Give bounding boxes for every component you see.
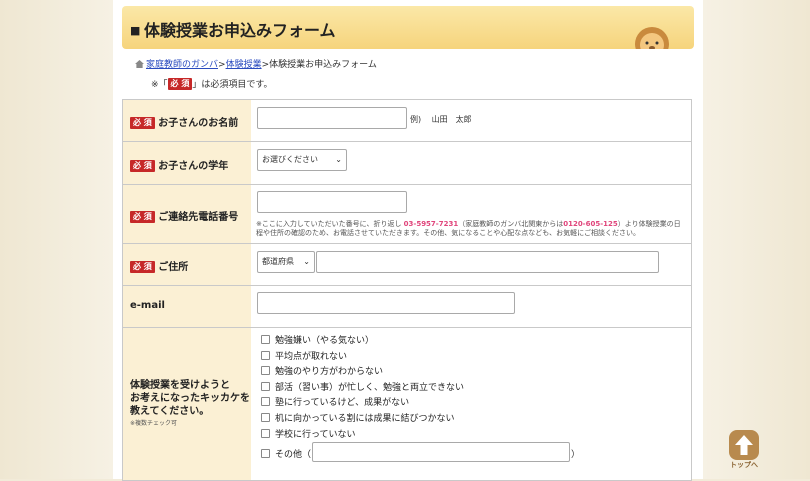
- breadcrumb-separator: >: [218, 60, 226, 70]
- child-name-example: 例) 山田 太郎: [410, 115, 472, 124]
- reason-option-label: 学校に行っていない: [275, 430, 356, 440]
- back-to-top-label: トップへ: [730, 461, 758, 469]
- reason-option-other[interactable]: その他（: [261, 447, 311, 460]
- chevron-down-icon: ⌄: [303, 257, 310, 266]
- reason-multi-note: ※複数チェック可: [130, 420, 178, 427]
- reason-option-label: 勉強嫌い（やる気ない）: [275, 336, 375, 346]
- required-badge: 必 須: [130, 211, 155, 223]
- chevron-down-icon: ⌄: [335, 155, 342, 164]
- form-row-grade: 必 須 お子さんの学年 お選びください ⌄: [122, 142, 692, 185]
- phone-input[interactable]: [257, 191, 407, 213]
- required-badge: 必 須: [130, 117, 155, 129]
- reason-option[interactable]: 平均点が取れない: [261, 349, 347, 362]
- reason-option-label: 部活（習い事）が忙しく、勉強と両立できない: [275, 383, 465, 393]
- reason-label-line: 教えてください。: [130, 406, 210, 417]
- form-row-reason: 体験授業を受けようと お考えになったキッカケを 教えてください。 ※複数チェック…: [122, 328, 692, 481]
- form-row-address: 必 須 ご住所 都道府県 ⌄: [122, 244, 692, 286]
- form-value-cell: ※ここに入力していただいた番号に、折り返し 03-5957-7231（家庭教師の…: [251, 185, 692, 243]
- form-label-cell: e-mail: [122, 286, 252, 327]
- child-name-label: お子さんのお名前: [158, 118, 239, 129]
- grade-select-value: お選びください: [262, 155, 318, 164]
- form-label-cell: 必 須 お子さんの学年: [122, 142, 252, 184]
- banner-marker: ■: [130, 24, 141, 37]
- reason-option[interactable]: 塾に行っているけど、成果がない: [261, 395, 409, 408]
- main-content: ■ 体験授業お申込みフォーム 家庭教師のガンバ>体験授業>体験授業お申込みフォー…: [113, 0, 703, 481]
- checkbox[interactable]: [261, 429, 270, 438]
- reason-option[interactable]: 机に向かっている割には成果に結びつかない: [261, 411, 455, 424]
- checkbox[interactable]: [261, 351, 270, 360]
- checkbox[interactable]: [261, 413, 270, 422]
- required-badge: 必 須: [130, 160, 155, 172]
- required-note: ※「必 須」は必須項目です。: [151, 77, 272, 90]
- required-badge: 必 須: [167, 78, 193, 90]
- breadcrumb: 家庭教師のガンバ>体験授業>体験授業お申込みフォーム: [135, 57, 377, 70]
- checkbox[interactable]: [261, 366, 270, 375]
- reason-option[interactable]: 勉強嫌い（やる気ない）: [261, 333, 374, 346]
- address-input[interactable]: [316, 251, 659, 273]
- back-to-top-button[interactable]: トップへ: [727, 430, 761, 470]
- email-input[interactable]: [257, 292, 515, 314]
- form-value-cell: 勉強嫌い（やる気ない） 平均点が取れない 勉強のやり方がわからない 部活（習い事…: [251, 328, 692, 480]
- breadcrumb-current: 体験授業お申込みフォーム: [269, 60, 377, 70]
- required-badge: 必 須: [130, 261, 155, 273]
- form-row-phone: 必 須 ご連絡先電話番号 ※ここに入力していただいた番号に、折り返し 03-59…: [122, 185, 692, 244]
- reason-other-input[interactable]: [312, 442, 570, 462]
- checkbox[interactable]: [261, 449, 270, 458]
- prefecture-select-value: 都道府県: [262, 257, 294, 266]
- reason-option-label: 机に向かっている割には成果に結びつかない: [275, 414, 455, 424]
- reason-option-label: 平均点が取れない: [275, 352, 348, 362]
- arrow-up-icon: [735, 435, 753, 455]
- reason-option[interactable]: 勉強のやり方がわからない: [261, 364, 383, 377]
- form-value-cell: お選びください ⌄: [251, 142, 692, 184]
- checkbox[interactable]: [261, 335, 270, 344]
- form-value-cell: [251, 286, 692, 327]
- phone-note-text: ※ここに入力していただいた番号に、折り返し: [256, 220, 404, 228]
- form-value-cell: 例) 山田 太郎: [251, 100, 692, 141]
- page-background-left: [0, 0, 113, 479]
- phone-number-freedial: 0120-605-125: [563, 220, 618, 228]
- form-label-cell: 必 須 ご住所: [122, 244, 252, 285]
- form-label-cell: 体験授業を受けようと お考えになったキッカケを 教えてください。 ※複数チェック…: [122, 328, 252, 480]
- breadcrumb-home-link[interactable]: 家庭教師のガンバ: [146, 60, 218, 70]
- checkbox[interactable]: [261, 397, 270, 406]
- phone-note: ※ここに入力していただいた番号に、折り返し 03-5957-7231（家庭教師の…: [256, 220, 684, 238]
- reason-option-label: 勉強のやり方がわからない: [275, 367, 384, 377]
- reason-option[interactable]: 部活（習い事）が忙しく、勉強と両立できない: [261, 380, 464, 393]
- breadcrumb-trial-link[interactable]: 体験授業: [226, 60, 262, 70]
- prefecture-select[interactable]: 都道府県 ⌄: [257, 251, 315, 273]
- breadcrumb-separator: >: [261, 60, 270, 70]
- form-row-child-name: 必 須 お子さんのお名前 例) 山田 太郎: [122, 100, 692, 142]
- grade-select[interactable]: お選びください ⌄: [257, 149, 347, 171]
- form-row-email: e-mail: [122, 286, 692, 328]
- page-title: 体験授業お申込みフォーム: [144, 21, 336, 40]
- phone-label: ご連絡先電話番号: [158, 212, 239, 223]
- form-label-cell: 必 須 お子さんのお名前: [122, 100, 252, 141]
- email-label: e-mail: [130, 300, 165, 311]
- checkbox[interactable]: [261, 382, 270, 391]
- required-note-suffix: 」は必須項目です。: [192, 80, 273, 90]
- grade-label: お子さんの学年: [158, 161, 229, 172]
- home-icon: [135, 60, 144, 68]
- form-label-cell: 必 須 ご連絡先電話番号: [122, 185, 252, 243]
- back-to-top-circle: [729, 430, 759, 460]
- trial-application-form: 必 須 お子さんのお名前 例) 山田 太郎 必 須 お子さんの学年 お選びくださ…: [122, 99, 692, 481]
- child-name-input[interactable]: [257, 107, 407, 129]
- required-note-prefix: ※「: [151, 80, 168, 90]
- phone-note-text: （家庭教師のガンバ北関東からは: [458, 220, 564, 228]
- page-background-right: [703, 0, 810, 479]
- phone-number-primary: 03-5957-7231: [403, 220, 459, 228]
- reason-option-label: 塾に行っているけど、成果がない: [275, 398, 410, 408]
- page-banner: ■ 体験授業お申込みフォーム: [122, 6, 694, 49]
- lion-mascot-icon: [635, 27, 669, 49]
- reason-other-close: ）: [571, 450, 581, 460]
- form-value-cell: 都道府県 ⌄: [251, 244, 692, 285]
- reason-other-label: その他（: [275, 450, 312, 460]
- address-label: ご住所: [158, 262, 189, 273]
- reason-option[interactable]: 学校に行っていない: [261, 427, 356, 440]
